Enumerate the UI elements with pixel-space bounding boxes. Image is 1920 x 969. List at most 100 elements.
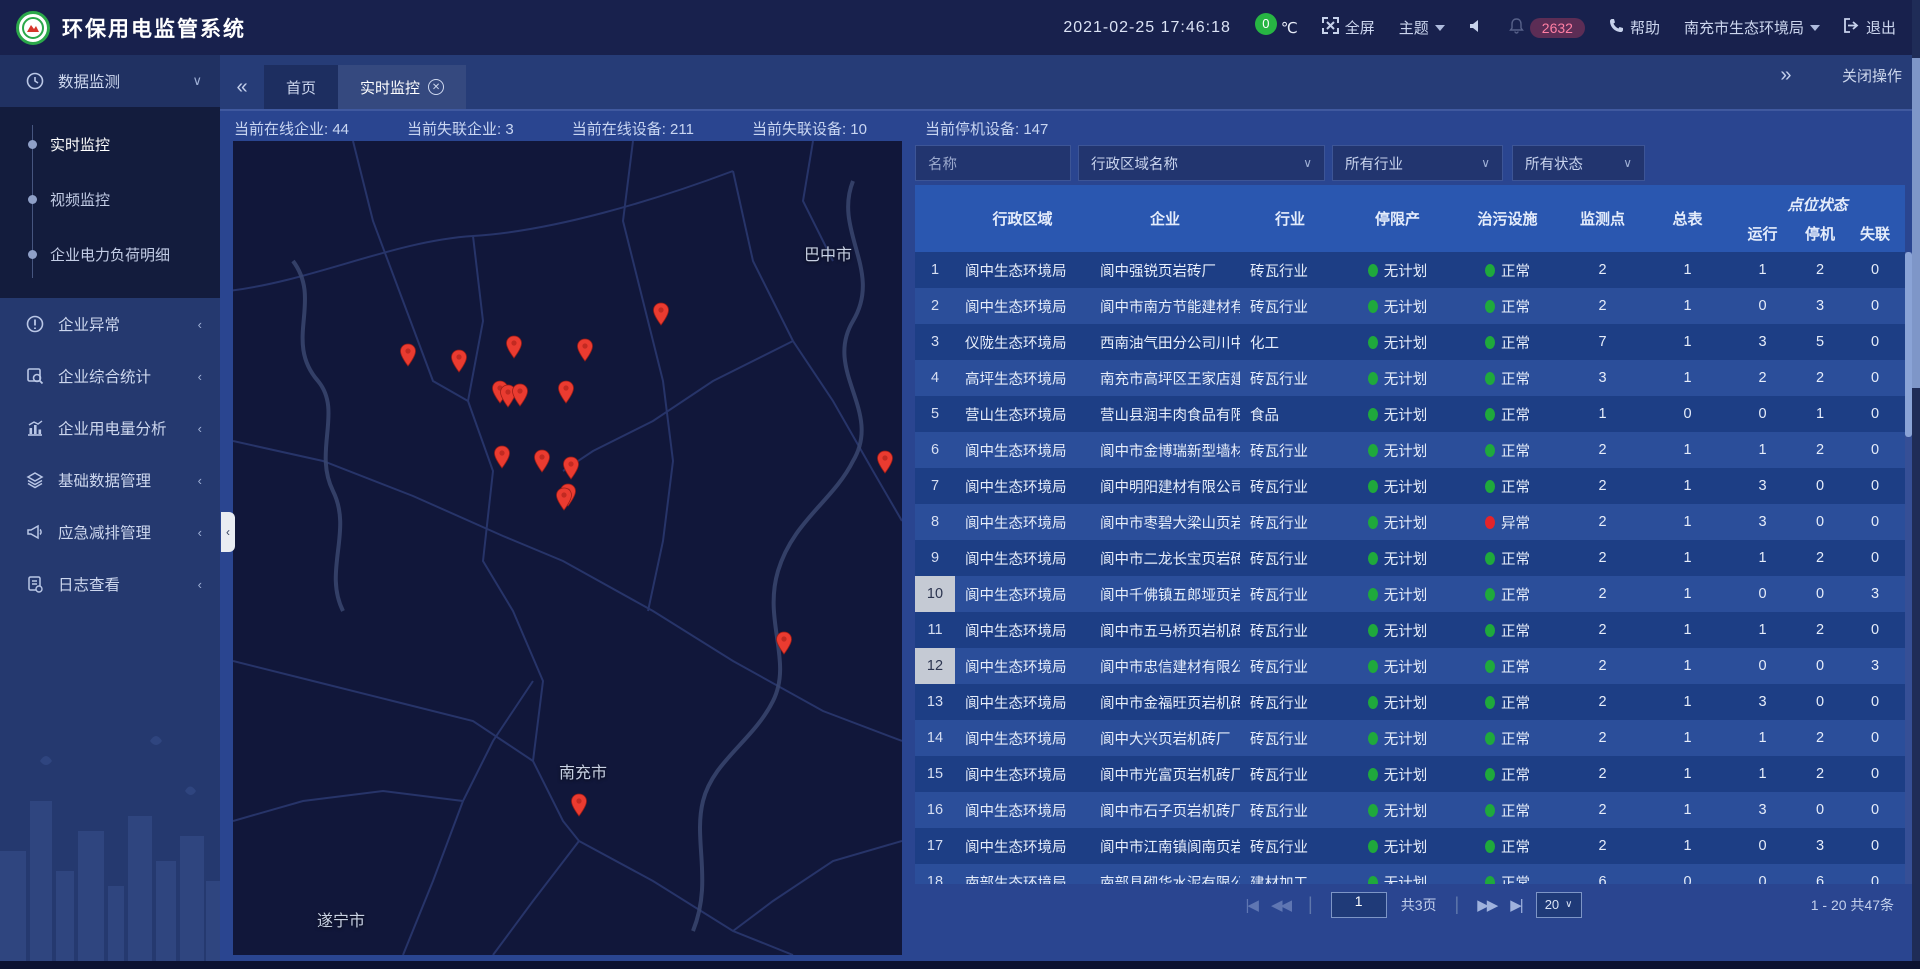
- cell-facility-status: 正常: [1455, 864, 1560, 884]
- table-row[interactable]: 17阆中生态环境局阆中市江南镇阆南页岩砖瓦行业无计划正常21030: [915, 828, 1905, 864]
- name-search-input[interactable]: 名称: [915, 145, 1071, 181]
- top-header: 环保用电监管系统 2021-02-25 17:46:18 0 ℃ 全屏 主题: [0, 0, 1920, 55]
- industry-select[interactable]: 所有行业 ∨: [1332, 145, 1503, 181]
- cell-run: 0: [1730, 396, 1795, 432]
- cell-production-status: 无计划: [1340, 324, 1455, 360]
- table-row[interactable]: 13阆中生态环境局阆中市金福旺页岩机砖砖瓦行业无计划正常21300: [915, 684, 1905, 720]
- map-pin-icon[interactable]: [562, 456, 580, 480]
- cell-industry: 砖瓦行业: [1240, 468, 1340, 504]
- table-row[interactable]: 18南部生态环境局南部县砌华水泥有限公建材加工无计划正常60060: [915, 864, 1905, 884]
- cell-points: 2: [1560, 648, 1645, 684]
- logout-icon: [1844, 18, 1860, 37]
- cell-industry: 砖瓦行业: [1240, 756, 1340, 792]
- sidebar-group-3[interactable]: 企业用电量分析‹: [0, 402, 220, 454]
- notification-button[interactable]: 2632: [1509, 18, 1585, 38]
- map-pin-icon[interactable]: [557, 380, 575, 404]
- cell-points: 7: [1560, 324, 1645, 360]
- prev-page-button[interactable]: ◀◀: [1271, 896, 1290, 914]
- tab-realtime-monitor[interactable]: 实时监控 ✕: [338, 65, 466, 109]
- table-row[interactable]: 11阆中生态环境局阆中市五马桥页岩机砖砖瓦行业无计划正常21120: [915, 612, 1905, 648]
- cell-rownum: 7: [915, 468, 955, 504]
- table-row[interactable]: 5营山生态环境局营山县润丰肉食品有限食品无计划正常10010: [915, 396, 1905, 432]
- table-row[interactable]: 6阆中生态环境局阆中市金博瑞新型墙材砖瓦行业无计划正常21120: [915, 432, 1905, 468]
- table-row[interactable]: 3仪陇生态环境局西南油气田分公司川中化工无计划正常71350: [915, 324, 1905, 360]
- map-pin-icon[interactable]: [505, 335, 523, 359]
- cell-points: 1: [1560, 396, 1645, 432]
- table-row[interactable]: 14阆中生态环境局阆中大兴页岩机砖厂砖瓦行业无计划正常21120: [915, 720, 1905, 756]
- fullscreen-button[interactable]: 全屏: [1322, 17, 1375, 38]
- sidebar-group-6[interactable]: 日志查看‹: [0, 558, 220, 610]
- map-pin-icon[interactable]: [555, 487, 573, 511]
- sidebar-item-企业电力负荷明细[interactable]: 企业电力负荷明细: [0, 227, 220, 282]
- org-dropdown[interactable]: 南充市生态环境局: [1684, 17, 1820, 38]
- sidebar-group-2[interactable]: 企业综合统计‹: [0, 350, 220, 402]
- cell-rownum: 4: [915, 360, 955, 396]
- cell-region: 阆中生态环境局: [955, 288, 1090, 324]
- table-row[interactable]: 4高坪生态环境局南充市高坪区王家店建砖瓦行业无计划正常31220: [915, 360, 1905, 396]
- cell-production-status: 无计划: [1340, 684, 1455, 720]
- sidebar-group-1[interactable]: 企业异常‹: [0, 298, 220, 350]
- map-pin-icon[interactable]: [576, 338, 594, 362]
- sound-toggle[interactable]: [1469, 18, 1485, 38]
- first-page-button[interactable]: |◀: [1246, 896, 1257, 914]
- table-row[interactable]: 1阆中生态环境局阆中强锐页岩砖厂砖瓦行业无计划正常21120: [915, 252, 1905, 288]
- map-pin-icon[interactable]: [511, 383, 529, 407]
- sidebar-collapse-handle[interactable]: ‹: [221, 512, 235, 552]
- cell-industry: 砖瓦行业: [1240, 576, 1340, 612]
- cell-points: 3: [1560, 360, 1645, 396]
- sidebar-item-视频监控[interactable]: 视频监控: [0, 172, 220, 227]
- table-row[interactable]: 8阆中生态环境局阆中市枣碧大梁山页岩砖瓦行业无计划异常21300: [915, 504, 1905, 540]
- cell-company: 营山县润丰肉食品有限: [1090, 396, 1240, 432]
- cell-company: 阆中市二龙长宝页岩砖: [1090, 540, 1240, 576]
- cell-stop: 2: [1795, 432, 1845, 468]
- last-page-button[interactable]: ▶|: [1510, 896, 1521, 914]
- cell-industry: 砖瓦行业: [1240, 720, 1340, 756]
- map-pin-icon[interactable]: [775, 631, 793, 655]
- table-row[interactable]: 15阆中生态环境局阆中市光富页岩机砖厂砖瓦行业无计划正常21120: [915, 756, 1905, 792]
- chevron-down-icon: ∨: [1565, 899, 1572, 910]
- sidebar-group-5[interactable]: 应急减排管理‹: [0, 506, 220, 558]
- cell-facility-status: 正常: [1455, 396, 1560, 432]
- table-row[interactable]: 16阆中生态环境局阆中市石子页岩机砖厂砖瓦行业无计划正常21300: [915, 792, 1905, 828]
- page-size-select[interactable]: 20 ∨: [1536, 892, 1582, 918]
- region-select[interactable]: 行政区域名称 ∨: [1078, 145, 1325, 181]
- next-page-button[interactable]: ▶▶: [1477, 896, 1496, 914]
- cell-lost: 3: [1845, 648, 1905, 684]
- table-row[interactable]: 2阆中生态环境局阆中市南方节能建材有砖瓦行业无计划正常21030: [915, 288, 1905, 324]
- sidebar-group-4[interactable]: 基础数据管理‹: [0, 454, 220, 506]
- chevron-down-icon: [1435, 25, 1445, 31]
- map-pin-icon[interactable]: [493, 445, 511, 469]
- sidebar-item-实时监控[interactable]: 实时监控: [0, 117, 220, 172]
- cell-lost: 0: [1845, 252, 1905, 288]
- close-operations-button[interactable]: 关闭操作: [1842, 65, 1902, 86]
- sidebar-group-0[interactable]: 数据监测∨: [0, 55, 220, 107]
- close-icon[interactable]: ✕: [428, 79, 444, 95]
- map-pin-icon[interactable]: [450, 349, 468, 373]
- map-pin-icon[interactable]: [570, 793, 588, 817]
- map-pin-icon[interactable]: [399, 343, 417, 367]
- page-number-input[interactable]: 1: [1331, 892, 1387, 918]
- tab-home[interactable]: 首页: [264, 65, 338, 109]
- map-pin-icon[interactable]: [652, 302, 670, 326]
- cell-industry: 化工: [1240, 324, 1340, 360]
- cell-region: 南部生态环境局: [955, 864, 1090, 884]
- theme-dropdown[interactable]: 主题: [1399, 17, 1445, 38]
- logout-button[interactable]: 退出: [1844, 17, 1896, 38]
- cell-facility-status: 正常: [1455, 432, 1560, 468]
- map-canvas[interactable]: 巴中市南充市遂宁市: [233, 141, 902, 955]
- table-scrollbar[interactable]: [1905, 252, 1912, 884]
- map-pin-icon[interactable]: [876, 450, 894, 474]
- page-scrollbar[interactable]: [1912, 0, 1920, 969]
- cell-company: 阆中明阳建材有限公司: [1090, 468, 1240, 504]
- table-row[interactable]: 9阆中生态环境局阆中市二龙长宝页岩砖砖瓦行业无计划正常21120: [915, 540, 1905, 576]
- tabs-scroll-left-button[interactable]: «: [220, 65, 264, 109]
- status-select[interactable]: 所有状态 ∨: [1512, 145, 1645, 181]
- tabs-scroll-right-button[interactable]: »: [1764, 53, 1808, 97]
- help-button[interactable]: 帮助: [1609, 17, 1660, 38]
- map-pin-icon[interactable]: [533, 449, 551, 473]
- table-row[interactable]: 12阆中生态环境局阆中市忠信建材有限公砖瓦行业无计划正常21003: [915, 648, 1905, 684]
- table-row[interactable]: 10阆中生态环境局阆中千佛镇五郎垭页岩砖瓦行业无计划正常21003: [915, 576, 1905, 612]
- col-meters: 总表: [1645, 185, 1730, 252]
- table-row[interactable]: 7阆中生态环境局阆中明阳建材有限公司砖瓦行业无计划正常21300: [915, 468, 1905, 504]
- cell-production-status: 无计划: [1340, 504, 1455, 540]
